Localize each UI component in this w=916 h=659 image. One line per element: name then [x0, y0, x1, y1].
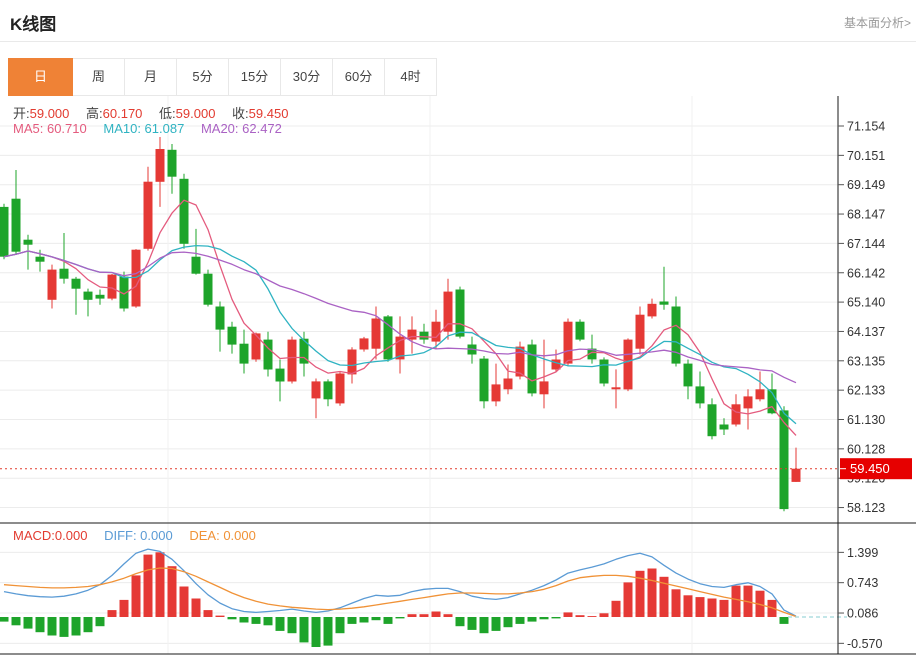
svg-text:59.450: 59.450	[850, 461, 890, 476]
svg-text:0.086: 0.086	[847, 607, 878, 621]
svg-text:1.399: 1.399	[847, 546, 878, 560]
svg-text:61.130: 61.130	[847, 413, 885, 427]
svg-text:63.135: 63.135	[847, 354, 885, 368]
svg-text:60.128: 60.128	[847, 442, 885, 456]
candles-layer	[0, 137, 801, 511]
tab-4时[interactable]: 4时	[385, 58, 437, 96]
page-title: K线图	[0, 0, 916, 35]
svg-text:69.149: 69.149	[847, 178, 885, 192]
macd-axis: 1.399 0.743 0.086 -0.570	[838, 546, 882, 651]
svg-text:-0.570: -0.570	[847, 637, 882, 651]
period-tabbar: 日周月5分15分30分60分4时	[8, 58, 437, 96]
svg-text:70.151: 70.151	[847, 149, 885, 163]
svg-text:58.123: 58.123	[847, 501, 885, 515]
tab-15分[interactable]: 15分	[229, 58, 281, 96]
price-axis: 71.154 70.151 69.149 68.147 67.144 66.142 65.1…	[838, 120, 885, 516]
current-price-badge: 59.450	[839, 458, 912, 479]
svg-text:62.133: 62.133	[847, 384, 885, 398]
fundamental-analysis-link[interactable]: 基本面分析>	[844, 14, 911, 31]
macd-histogram	[0, 552, 789, 647]
svg-text:66.142: 66.142	[847, 266, 885, 280]
tab-日[interactable]: 日	[8, 58, 73, 96]
svg-text:0.743: 0.743	[847, 576, 878, 590]
tab-5分[interactable]: 5分	[177, 58, 229, 96]
gridlines	[0, 96, 838, 654]
svg-text:71.154: 71.154	[847, 120, 885, 134]
kline-chart-canvas[interactable]: 71.154 70.151 69.149 68.147 67.144 66.142 65.1…	[0, 0, 916, 659]
svg-text:67.144: 67.144	[847, 237, 885, 251]
svg-text:68.147: 68.147	[847, 208, 885, 222]
tab-周[interactable]: 周	[73, 58, 125, 96]
tab-60分[interactable]: 60分	[333, 58, 385, 96]
widget-header: K线图 基本面分析>	[0, 0, 916, 42]
svg-text:65.140: 65.140	[847, 296, 885, 310]
tab-月[interactable]: 月	[125, 58, 177, 96]
tab-30分[interactable]: 30分	[281, 58, 333, 96]
svg-text:64.137: 64.137	[847, 325, 885, 339]
